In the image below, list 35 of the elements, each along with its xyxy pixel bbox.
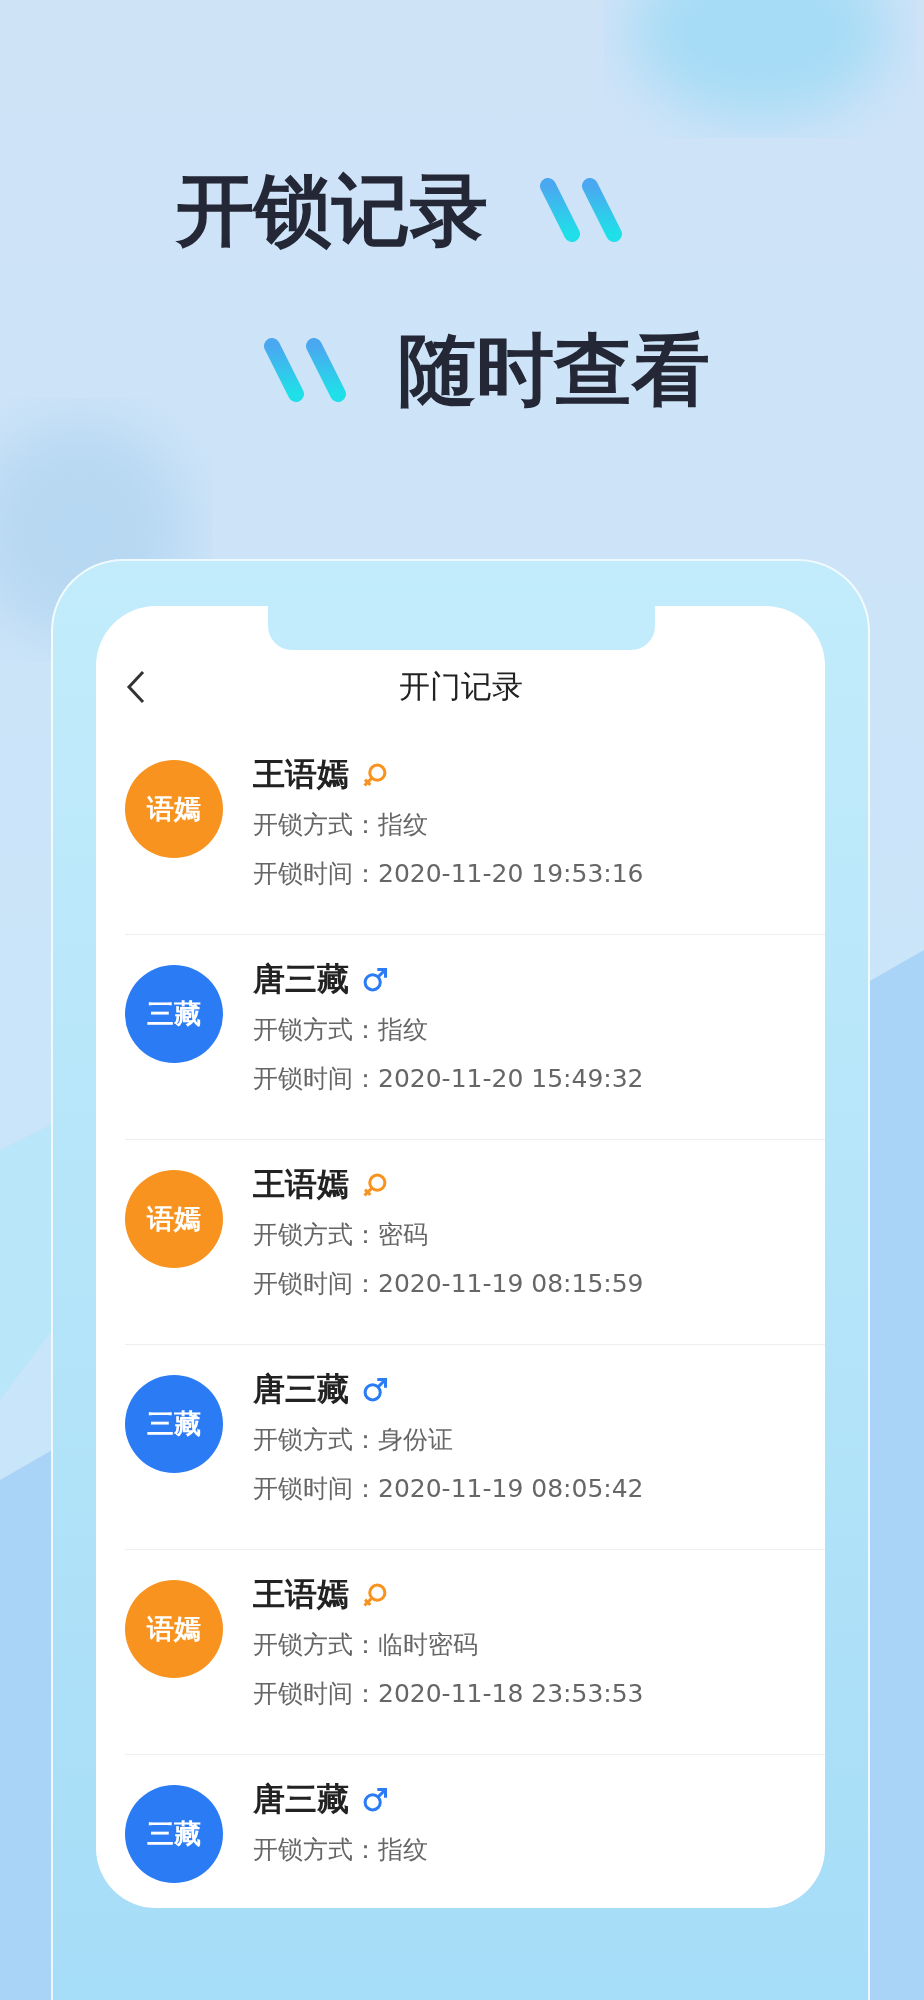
avatar: 语嫣 bbox=[125, 1580, 223, 1678]
avatar: 三藏 bbox=[125, 1375, 223, 1473]
male-icon bbox=[361, 966, 389, 994]
user-name: 唐三藏 bbox=[253, 1779, 349, 1820]
back-icon[interactable] bbox=[126, 670, 146, 704]
unlock-time: 开锁时间：2020-11-20 19:53:16 bbox=[253, 858, 644, 890]
user-name: 王语嫣 bbox=[253, 1164, 349, 1205]
unlock-time: 开锁时间：2020-11-20 15:49:32 bbox=[253, 1063, 644, 1095]
user-name: 唐三藏 bbox=[253, 1369, 349, 1410]
headline: 开锁记录 bbox=[176, 164, 488, 257]
user-name: 唐三藏 bbox=[253, 959, 349, 1000]
avatar: 语嫣 bbox=[125, 1170, 223, 1268]
unlock-method: 开锁方式：指纹 bbox=[253, 809, 429, 841]
avatar: 语嫣 bbox=[125, 760, 223, 858]
quote-mark-icon bbox=[538, 178, 624, 242]
unlock-method: 开锁方式：指纹 bbox=[253, 1014, 429, 1046]
avatar: 三藏 bbox=[125, 965, 223, 1063]
unlock-time: 开锁时间：2020-11-19 08:15:59 bbox=[253, 1268, 644, 1300]
unlock-method: 开锁方式：临时密码 bbox=[253, 1629, 479, 1661]
unlock-time: 开锁时间：2020-11-19 08:05:42 bbox=[253, 1473, 644, 1505]
female-icon bbox=[361, 1581, 389, 1609]
unlock-method: 开锁方式：身份证 bbox=[253, 1424, 454, 1456]
female-icon bbox=[361, 761, 389, 789]
unlock-method: 开锁方式：密码 bbox=[253, 1219, 429, 1251]
male-icon bbox=[361, 1376, 389, 1404]
quote-mark-icon bbox=[262, 338, 348, 402]
male-icon bbox=[361, 1786, 389, 1814]
female-icon bbox=[361, 1171, 389, 1199]
user-name: 王语嫣 bbox=[253, 1574, 349, 1615]
page-title: 开门记录 bbox=[398, 667, 523, 706]
unlock-method: 开锁方式：指纹 bbox=[253, 1834, 428, 1866]
avatar: 三藏 bbox=[125, 1785, 223, 1883]
headline: 随时查看 bbox=[398, 324, 710, 417]
user-name: 王语嫣 bbox=[253, 754, 349, 795]
unlock-time: 开锁时间：2020-11-18 23:53:53 bbox=[253, 1678, 644, 1710]
